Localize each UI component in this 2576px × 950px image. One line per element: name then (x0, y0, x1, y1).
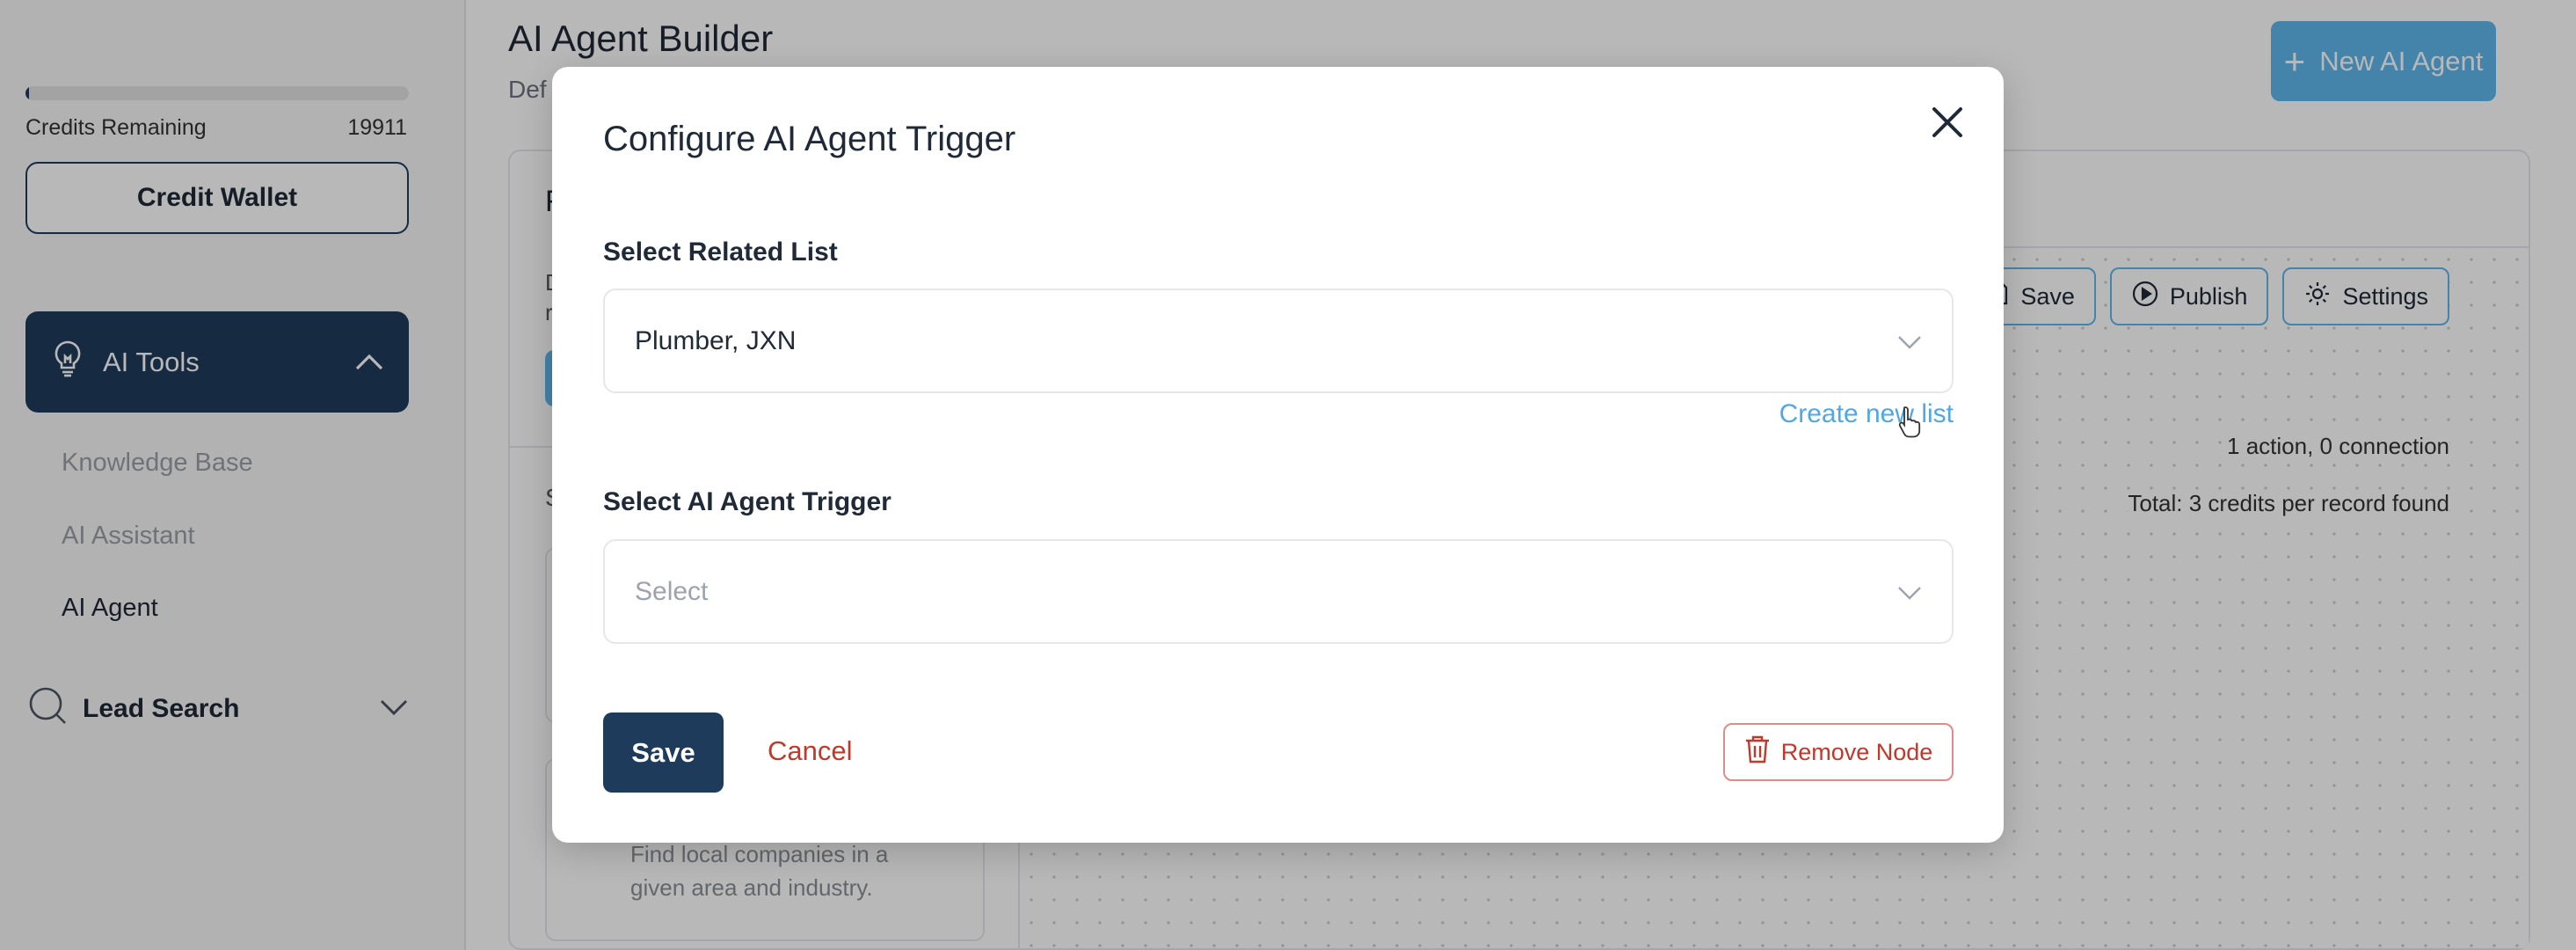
configure-trigger-dialog: Configure AI Agent Trigger Select Relate… (552, 67, 2004, 843)
related-list-value: Plumber, JXN (635, 325, 797, 355)
pointer-cursor-icon (1897, 405, 1924, 442)
cancel-button[interactable]: Cancel (768, 735, 853, 767)
remove-node-label: Remove Node (1780, 738, 1933, 765)
trigger-placeholder: Select (635, 576, 709, 606)
dialog-title: Configure AI Agent Trigger (603, 120, 1016, 158)
related-list-select[interactable]: Plumber, JXN (603, 289, 1954, 393)
save-button[interactable]: Save (603, 712, 724, 793)
close-icon[interactable] (1922, 97, 1973, 148)
create-new-list-link[interactable]: Create new list (1779, 399, 1954, 429)
remove-node-button[interactable]: Remove Node (1723, 723, 1954, 781)
trash-icon (1744, 734, 1771, 771)
chevron-down-icon (1897, 326, 1922, 356)
chevron-down-icon (1897, 577, 1922, 607)
trigger-select[interactable]: Select (603, 539, 1954, 644)
trigger-label: Select AI Agent Trigger (603, 487, 891, 516)
related-list-label: Select Related List (603, 238, 838, 267)
